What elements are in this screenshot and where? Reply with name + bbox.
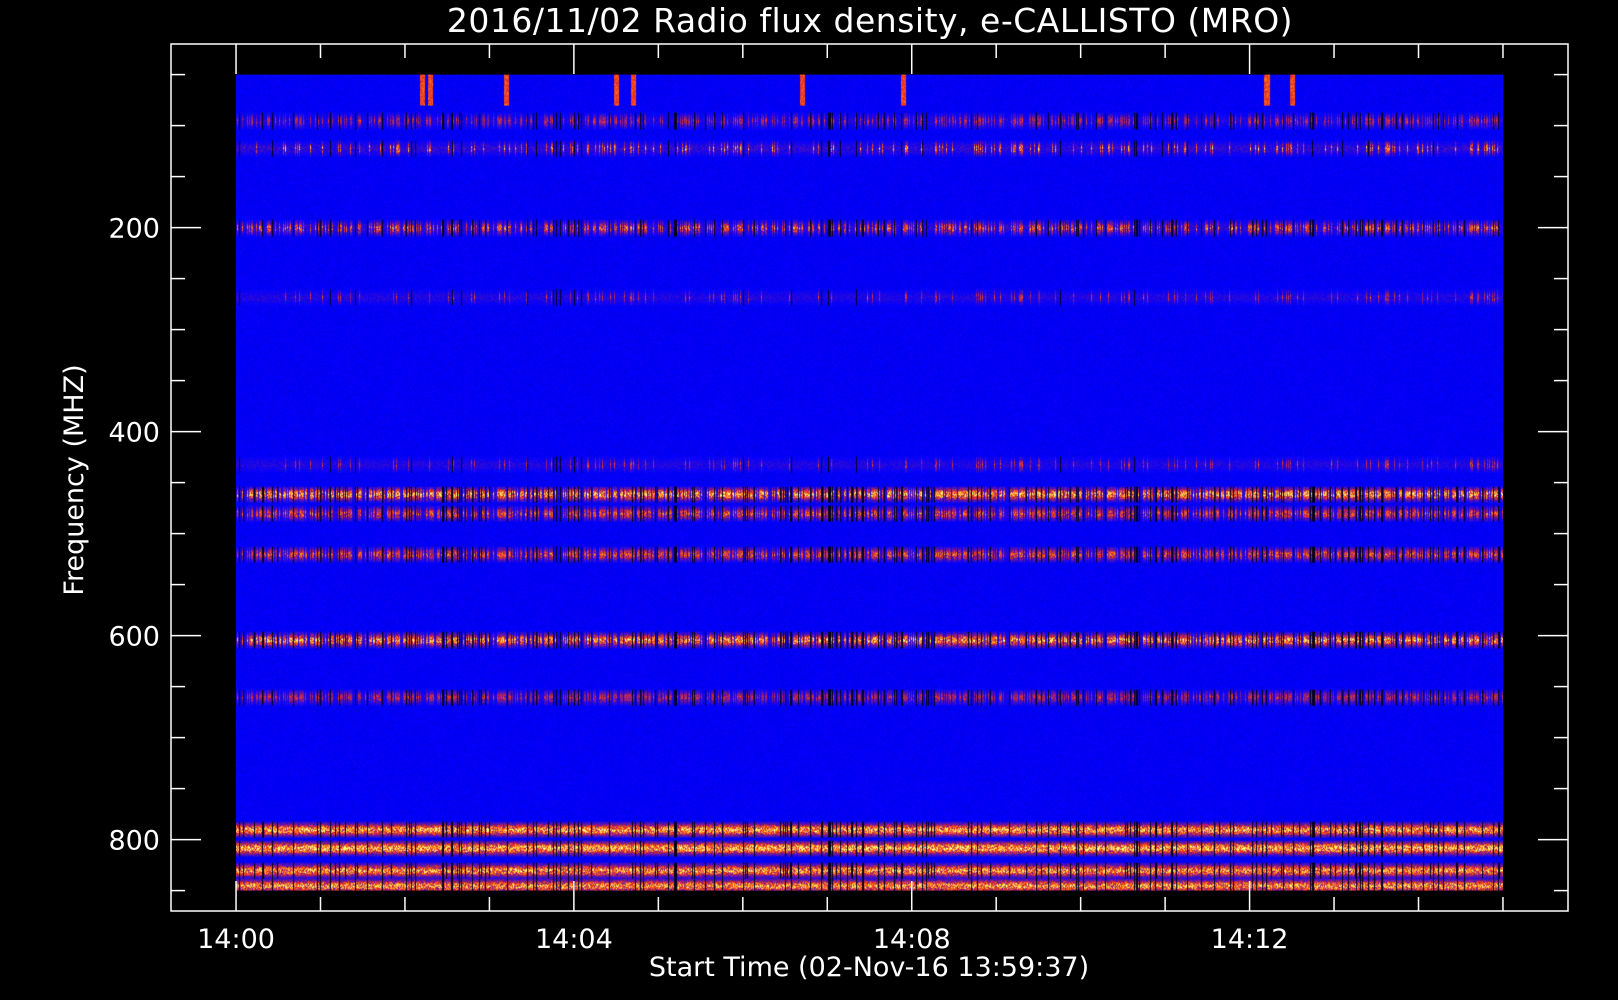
y-axis-label: Frequency (MHZ)	[59, 364, 90, 595]
spectrogram-chart: 2016/11/02 Radio flux density, e-CALLIST…	[0, 0, 1618, 1000]
x-tick-label: 14:04	[535, 924, 613, 955]
y-tick-label: 600	[108, 622, 160, 653]
spectrogram-raster	[236, 74, 1504, 891]
y-tick-label: 800	[108, 826, 160, 857]
x-tick-label: 14:08	[873, 924, 951, 955]
chart-title: 2016/11/02 Radio flux density, e-CALLIST…	[447, 1, 1293, 40]
x-tick-label: 14:12	[1211, 924, 1289, 955]
y-tick-label: 400	[108, 418, 160, 449]
x-tick-label: 14:00	[197, 924, 275, 955]
y-tick-label: 200	[108, 214, 160, 245]
spectrogram-image	[236, 74, 1504, 891]
x-axis-label: Start Time (02-Nov-16 13:59:37)	[649, 952, 1089, 983]
